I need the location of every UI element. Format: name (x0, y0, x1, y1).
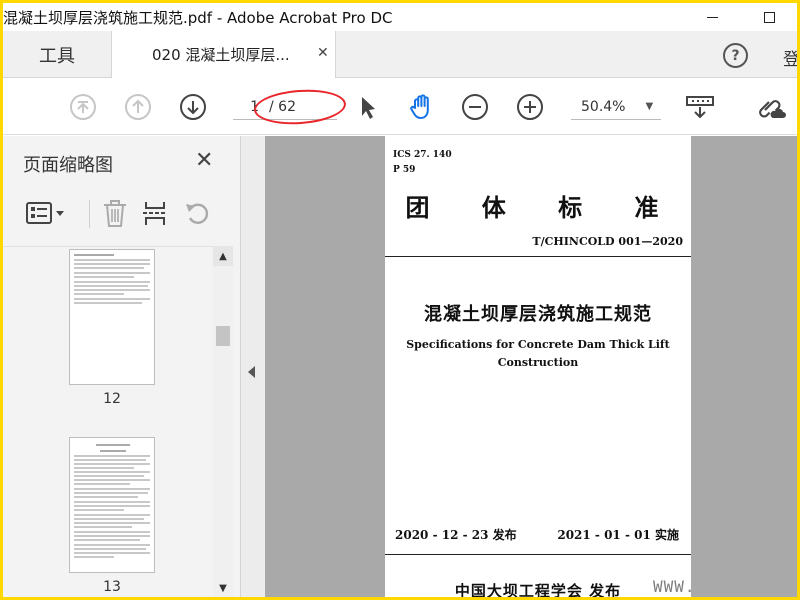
link-cloud-icon (759, 100, 786, 118)
trash-icon (104, 200, 126, 227)
publisher: 中国大坝工程学会 发布 (454, 582, 622, 597)
english-title-line2: Construction (497, 356, 579, 369)
zoom-value: 50.4% (581, 98, 626, 115)
thumbnail-label: 13 (103, 579, 121, 595)
zoom-out-button[interactable] (461, 93, 489, 121)
divider (385, 256, 691, 257)
maximize-button[interactable] (746, 3, 792, 31)
hand-icon (410, 94, 429, 119)
zoom-out-icon (462, 94, 488, 120)
panel-toolbar (3, 190, 241, 236)
options-menu-icon (26, 202, 64, 224)
minimize-button[interactable] (689, 3, 735, 31)
previous-page-button[interactable] (124, 93, 152, 121)
minimize-icon (706, 16, 718, 18)
scrollbar-thumb[interactable] (216, 326, 230, 346)
divider (385, 554, 691, 555)
page-thumbnails-panel: 页面缩略图 ✕ 12 13 ▲ ▼ (3, 136, 241, 597)
collapse-left-icon[interactable] (248, 366, 255, 378)
app-window: 混凝土坝厚层浇筑施工规范.pdf - Adobe Acrobat Pro DC … (3, 3, 797, 597)
scroll-up-icon[interactable]: ▲ (213, 246, 233, 266)
select-tool-button[interactable] (353, 93, 381, 121)
rotate-icon (186, 203, 209, 224)
zoom-in-icon (517, 94, 543, 120)
scroll-mode-button[interactable] (685, 93, 715, 121)
pdf-page: ICS 27. 140 P 59 团 体 标 准 T/CHINCOLD 001—… (385, 136, 691, 597)
issue-date: 2020 - 12 - 23 发布 (395, 528, 517, 542)
next-page-button[interactable] (179, 93, 207, 121)
first-page-icon (70, 94, 96, 120)
window-title: 混凝土坝厚层浇筑施工规范.pdf - Adobe Acrobat Pro DC (3, 8, 393, 27)
delete-page-button[interactable] (101, 198, 129, 232)
divider (89, 200, 90, 228)
arrow-down-icon (180, 94, 206, 120)
panel-collapse-strip[interactable] (241, 136, 265, 597)
close-tab-icon[interactable]: ✕ (317, 45, 329, 61)
insert-page-button[interactable] (141, 198, 169, 232)
standard-type-title: 团 体 标 准 (405, 193, 681, 222)
login-button[interactable]: 登 (783, 45, 797, 70)
share-link-button[interactable] (753, 93, 787, 121)
english-title: Specifications for Concrete Dam Thick Li… (385, 336, 691, 372)
chinese-title: 混凝土坝厚层浇筑施工规范 (424, 304, 652, 325)
tab-document-label: 020 混凝土坝厚层... (152, 46, 290, 64)
scroll-mode-icon (686, 96, 714, 119)
first-page-button[interactable] (69, 93, 97, 121)
rotate-page-button[interactable] (183, 198, 213, 232)
zoom-dropdown[interactable]: 50.4% ▼ (571, 94, 661, 120)
tab-bar: 工具 020 混凝土坝厚层... ✕ ? 登 (3, 31, 797, 78)
thumbnail-scrollbar[interactable]: ▲ ▼ (213, 246, 233, 597)
page-split-icon (143, 202, 167, 225)
standard-number: T/CHINCOLD 001—2020 (532, 235, 683, 248)
document-view[interactable]: ICS 27. 140 P 59 团 体 标 准 T/CHINCOLD 001—… (265, 136, 797, 597)
close-panel-icon[interactable]: ✕ (195, 148, 213, 173)
tab-document[interactable]: 020 混凝土坝厚层... ✕ (111, 31, 336, 78)
thumbnail-list: 12 13 (3, 246, 233, 597)
chevron-down-icon: ▼ (645, 101, 654, 112)
ics-code: ICS 27. 140 (393, 150, 452, 160)
toolbar: / 62 (3, 79, 797, 135)
panel-title: 页面缩略图 (23, 155, 113, 176)
watermark-text: WWW. (653, 577, 696, 596)
hand-tool-button[interactable] (407, 93, 435, 121)
english-title-line1: Specifications for Concrete Dam Thick Li… (406, 338, 670, 351)
help-button[interactable]: ? (723, 43, 748, 68)
thumbnail-page-13[interactable] (69, 437, 155, 573)
cursor-arrow-icon (362, 97, 375, 119)
title-bar: 混凝土坝厚层浇筑施工规范.pdf - Adobe Acrobat Pro DC (3, 3, 797, 31)
implementation-date: 2021 - 01 - 01 实施 (557, 528, 679, 542)
thumbnail-page-12[interactable] (69, 249, 155, 385)
arrow-up-icon (125, 94, 151, 120)
maximize-icon (763, 11, 775, 23)
p-code: P 59 (393, 165, 416, 175)
zoom-in-button[interactable] (516, 93, 544, 121)
tab-tools[interactable]: 工具 (3, 31, 111, 78)
thumbnail-label: 12 (103, 391, 121, 407)
scroll-down-icon[interactable]: ▼ (213, 579, 233, 597)
thumbnail-options-button[interactable] (25, 200, 69, 230)
